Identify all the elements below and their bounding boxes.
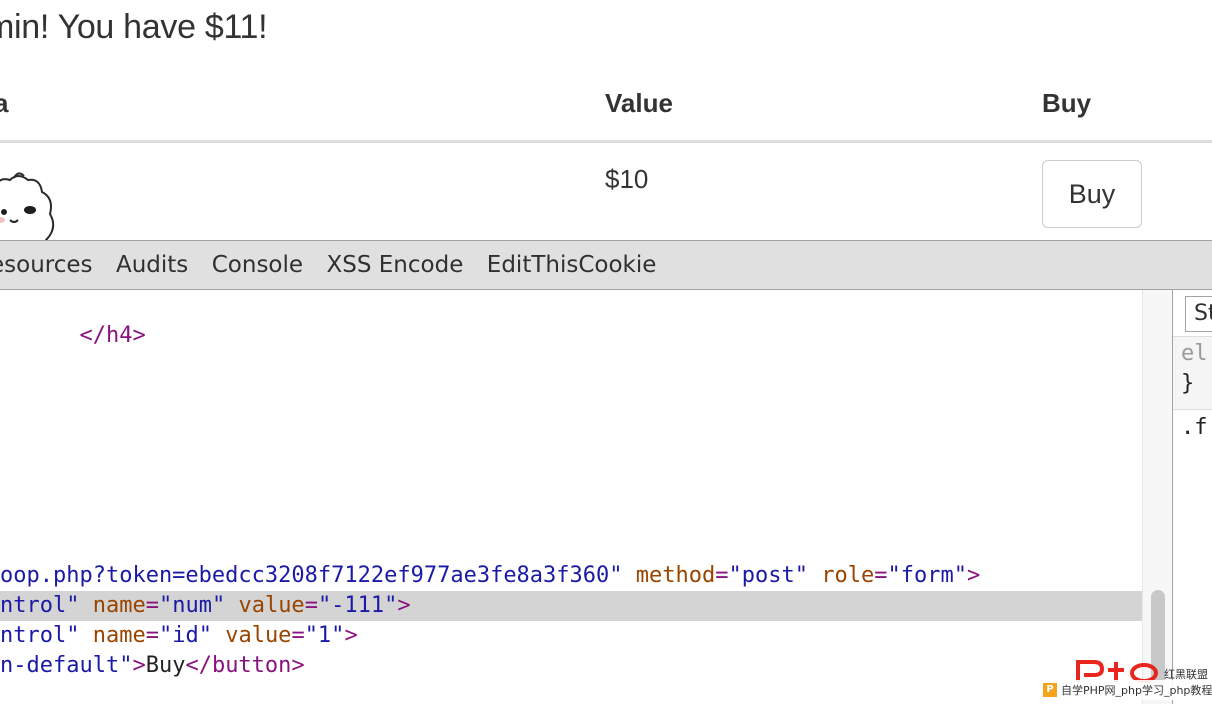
elements-tree[interactable]: </h4> oop.php?token=ebedcc3208f7122ef977… — [0, 290, 1142, 704]
button-class-value: n-default" — [0, 653, 133, 678]
form-role-value: "form" — [887, 563, 967, 588]
tab-console[interactable]: Console — [212, 241, 303, 289]
devtools-tab-bar: esources Audits Console XSS Encode EditT… — [0, 241, 1212, 290]
equals-sign: = — [145, 623, 159, 648]
elements-scrollbar[interactable] — [1142, 290, 1172, 704]
num-input-name-value: "num" — [158, 593, 226, 618]
column-header-name: a — [0, 88, 9, 118]
code-line-form[interactable]: oop.php?token=ebedcc3208f7122ef977ae3fe8… — [0, 561, 980, 591]
button-close-tag: </button> — [185, 653, 305, 678]
watermark-text: 自学PHP网_php学习_php教程 — [1061, 684, 1212, 697]
code-line-id-input[interactable]: ntrol" name="id" value="1"> — [0, 621, 358, 651]
tab-styles[interactable]: St — [1185, 296, 1212, 332]
form-method-attr: method — [635, 563, 716, 588]
column-header-value: Value — [605, 88, 673, 118]
form-action-value: oop.php?token=ebedcc3208f7122ef977ae3fe8… — [0, 563, 623, 588]
devtools-panel: esources Audits Console XSS Encode EditT… — [0, 240, 1212, 704]
column-header-buy: Buy — [1042, 88, 1092, 118]
alpaca-image — [0, 172, 55, 240]
num-input-value-attr: value — [238, 593, 305, 618]
tab-xss-encode[interactable]: XSS Encode — [327, 241, 464, 289]
css-rule-selector: .f — [1181, 415, 1208, 440]
equals-sign: = — [715, 563, 729, 588]
tag-close-bracket: > — [397, 593, 411, 618]
button-text-node: Buy — [145, 653, 186, 678]
code-line-button[interactable]: n-default">Buy</button> — [0, 651, 305, 681]
num-input-class-value: ntrol" — [0, 593, 80, 618]
tag-close-bracket: > — [132, 653, 146, 678]
code-line-h4-close[interactable]: </h4> — [0, 291, 145, 348]
h4-close-tag: </h4> — [79, 323, 146, 348]
id-input-value-value: "1" — [304, 623, 345, 648]
code-line-num-input-selected[interactable]: ntrol" name="num" value="-111"> — [0, 591, 1142, 621]
id-input-name-value: "id" — [158, 623, 212, 648]
tag-close-bracket: > — [966, 563, 981, 588]
item-value: $10 — [605, 164, 649, 194]
id-input-class-value: ntrol" — [0, 623, 80, 648]
tab-editthiscookie[interactable]: EditThisCookie — [487, 241, 657, 289]
web-page: min! You have $11! a Value Buy $10 Buy — [0, 0, 1212, 240]
tab-audits[interactable]: Audits — [116, 241, 188, 289]
element-style-selector: el — [1181, 341, 1208, 366]
balance-greeting: min! You have $11! — [0, 8, 268, 46]
id-input-value-attr: value — [225, 623, 292, 648]
form-method-value: "post" — [728, 563, 808, 588]
tag-close-bracket: > — [344, 623, 358, 648]
equals-sign: = — [304, 593, 318, 618]
equals-sign: = — [291, 623, 305, 648]
watermark-bar: P 自学PHP网_php学习_php教程 — [1040, 680, 1212, 700]
element-style-close-brace: } — [1181, 371, 1195, 396]
equals-sign: = — [874, 563, 888, 588]
num-input-name-attr: name — [92, 593, 146, 618]
equals-sign: = — [145, 593, 159, 618]
buy-button[interactable]: Buy — [1042, 160, 1142, 228]
styles-sidebar: St el } .f — [1172, 290, 1212, 704]
table-header-divider — [0, 140, 1212, 143]
tab-resources[interactable]: esources — [0, 241, 93, 289]
php-site-icon: P — [1043, 683, 1057, 697]
num-input-value-value[interactable]: "-111" — [318, 593, 397, 618]
id-input-name-attr: name — [92, 623, 146, 648]
form-role-attr: role — [821, 563, 875, 588]
